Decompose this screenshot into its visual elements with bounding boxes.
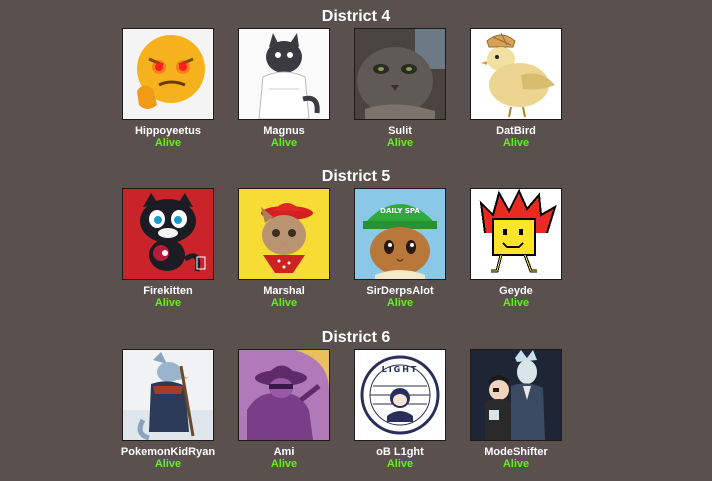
tribute-name: Magnus (263, 125, 305, 137)
eevee-with-cap-avatar[interactable]: DAILY SPA (354, 188, 446, 280)
tribute-status: Alive (386, 137, 414, 149)
angry-emoji-avatar[interactable] (122, 28, 214, 120)
tribute-name: DatBird (496, 125, 536, 137)
tribute-name: SirDerpsAlot (366, 285, 434, 297)
tribute-status: Alive (502, 137, 530, 149)
tribute-name: Sulit (388, 125, 412, 137)
tribute-status: Alive (270, 458, 298, 470)
cartoon-dog-avatar[interactable] (238, 28, 330, 120)
purple-silhouette-avatar[interactable] (238, 349, 330, 441)
tribute-status: Alive (502, 458, 530, 470)
svg-text:LIGHT: LIGHT (382, 365, 419, 374)
svg-text:DAILY SPA: DAILY SPA (380, 207, 420, 215)
tribute-name: Hippoyeetus (134, 125, 201, 137)
tribute-status: Alive (502, 297, 530, 309)
tribute-status: Alive (154, 137, 182, 149)
gray-cat-photo-avatar[interactable] (354, 28, 446, 120)
district-title: District 5 (321, 168, 391, 185)
tribute-name: oB L1ght (376, 446, 424, 458)
tribute-name: ModeShifter (484, 446, 548, 458)
district-title: District 6 (321, 329, 391, 346)
tribute-status: Alive (270, 137, 298, 149)
cowboy-cat-avatar[interactable] (238, 188, 330, 280)
tribute-name: PokemonKidRyan (120, 446, 216, 458)
tribute-status: Alive (154, 297, 182, 309)
black-cat-mascot-avatar[interactable] (122, 188, 214, 280)
bird-with-hat-avatar[interactable] (470, 28, 562, 120)
anime-duo-avatar[interactable] (470, 349, 562, 441)
pixel-flame-avatar[interactable] (470, 188, 562, 280)
tribute-status: Alive (386, 458, 414, 470)
tribute-name: Marshal (263, 285, 305, 297)
wolf-warrior-avatar[interactable] (122, 349, 214, 441)
light-badge-avatar[interactable]: LIGHT (354, 349, 446, 441)
tribute-name: Ami (273, 446, 295, 458)
district-title: District 4 (321, 8, 391, 25)
tribute-status: Alive (270, 297, 298, 309)
tribute-status: Alive (386, 297, 414, 309)
tribute-name: Firekitten (143, 285, 193, 297)
tribute-name: Geyde (499, 285, 533, 297)
tribute-status: Alive (154, 458, 182, 470)
